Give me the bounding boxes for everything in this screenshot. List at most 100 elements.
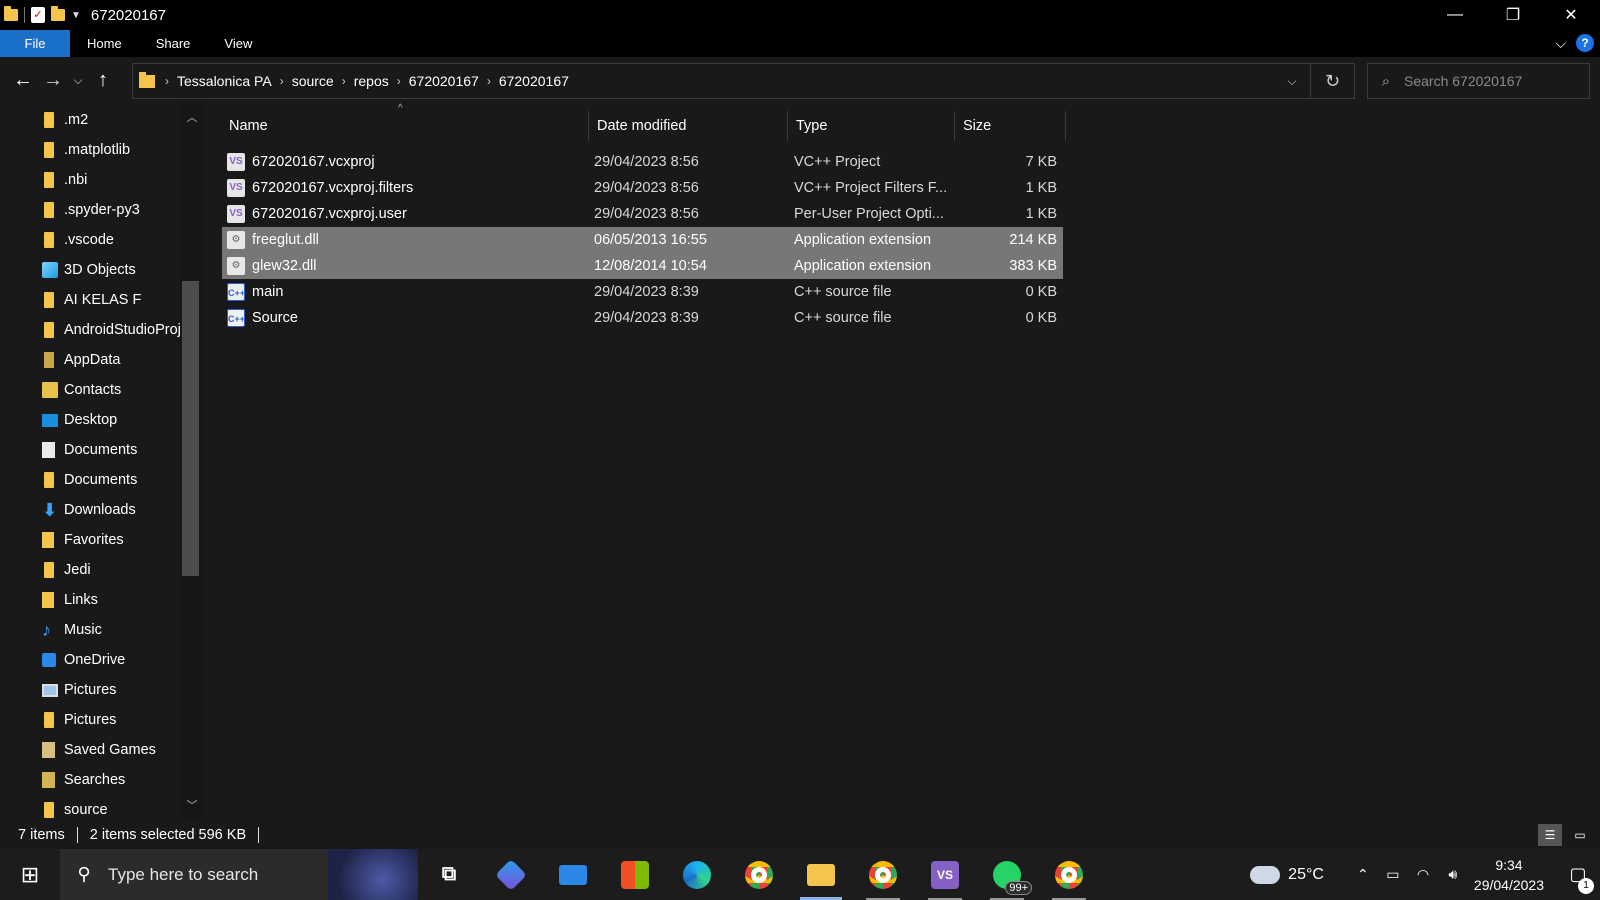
- volume-icon[interactable]: 🔊︎: [1438, 866, 1468, 883]
- sidebar-item-onedrive[interactable]: OneDrive: [0, 645, 180, 675]
- taskbar-search[interactable]: ⚲ Type here to search: [60, 849, 418, 900]
- restore-button[interactable]: ❐: [1484, 0, 1542, 30]
- sidebar-item-pictures[interactable]: Pictures: [0, 675, 180, 705]
- breadcrumb-item[interactable]: Tessalonica PA: [169, 73, 280, 89]
- column-header-name[interactable]: Name: [221, 111, 589, 141]
- file-name: main: [252, 284, 284, 300]
- sidebar-item-spyder[interactable]: .spyder-py3: [0, 195, 180, 225]
- sidebar-item-nbi[interactable]: .nbi: [0, 165, 180, 195]
- clock[interactable]: 9:34 29/04/2023: [1474, 855, 1544, 895]
- visual-studio-icon[interactable]: VS: [914, 849, 976, 900]
- breadcrumb-item[interactable]: source: [284, 73, 342, 89]
- item-count: 7 items: [18, 827, 65, 843]
- minimize-button[interactable]: —: [1426, 0, 1484, 30]
- sidebar-item-ai-kelas-f[interactable]: AI KELAS F: [0, 285, 180, 315]
- sidebar-item-documents-folder[interactable]: Documents: [0, 465, 180, 495]
- file-date: 29/04/2023 8:56: [594, 180, 699, 196]
- wifi-icon[interactable]: ◠: [1408, 866, 1438, 883]
- chrome-profile-icon[interactable]: [852, 849, 914, 900]
- scroll-up-icon[interactable]: ︿: [180, 108, 204, 128]
- sidebar-item-downloads[interactable]: ⬇ Downloads: [0, 495, 180, 525]
- help-icon[interactable]: ?: [1576, 34, 1594, 52]
- sidebar-item-saved-games[interactable]: Saved Games: [0, 735, 180, 765]
- breadcrumb-item[interactable]: 672020167: [401, 73, 487, 89]
- sidebar-item-androidstudio[interactable]: AndroidStudioProjects: [0, 315, 180, 345]
- edge-icon[interactable]: [666, 849, 728, 900]
- sidebar-item-contacts[interactable]: Contacts: [0, 375, 180, 405]
- sidebar-item-matplotlib[interactable]: .matplotlib: [0, 135, 180, 165]
- search-input[interactable]: [1404, 73, 1584, 89]
- expand-ribbon-icon[interactable]: ⌵: [1555, 35, 1566, 52]
- sidebar-item-label: Downloads: [64, 502, 136, 518]
- customize-toolbar-icon[interactable]: ▼: [71, 10, 81, 21]
- breadcrumb-item[interactable]: 672020167: [491, 73, 577, 89]
- breadcrumb-item[interactable]: repos: [346, 73, 397, 89]
- folder-icon: [44, 232, 54, 248]
- onedrive-icon: [42, 653, 56, 667]
- column-header-size[interactable]: Size: [955, 111, 1066, 141]
- microsoft-store-icon[interactable]: [604, 849, 666, 900]
- back-button[interactable]: ←: [8, 65, 38, 95]
- tab-home[interactable]: Home: [70, 30, 139, 57]
- sidebar-item-jedi[interactable]: Jedi: [0, 555, 180, 585]
- sidebar-item-desktop[interactable]: Desktop: [0, 405, 180, 435]
- file-row-selected[interactable]: ⚙ freeglut.dll 06/05/2013 16:55 Applicat…: [222, 227, 1063, 253]
- search-box[interactable]: ⌕: [1367, 63, 1590, 99]
- scroll-down-icon[interactable]: ﹀: [180, 796, 204, 816]
- sidebar-item-links[interactable]: Links: [0, 585, 180, 615]
- tab-share[interactable]: Share: [139, 30, 208, 57]
- desktop-icon: [42, 413, 58, 427]
- whatsapp-icon[interactable]: 99+: [976, 849, 1038, 900]
- sidebar-item-source[interactable]: source: [0, 795, 180, 821]
- column-header-date-modified[interactable]: Date modified: [589, 111, 788, 141]
- divider: [76, 827, 78, 843]
- sidebar-scrollbar[interactable]: ︿ ﹀: [180, 103, 204, 821]
- new-folder-icon[interactable]: [51, 6, 65, 21]
- sidebar-item-appdata[interactable]: AppData: [0, 345, 180, 375]
- mail-icon[interactable]: [542, 849, 604, 900]
- file-row-selected[interactable]: ⚙ glew32.dll 12/08/2014 10:54 Applicatio…: [222, 253, 1063, 279]
- tab-view[interactable]: View: [207, 30, 269, 57]
- file-explorer-icon[interactable]: [790, 849, 852, 900]
- scrollbar-thumb[interactable]: [182, 281, 199, 576]
- column-header-type[interactable]: Type: [788, 111, 955, 141]
- refresh-icon[interactable]: ↻: [1310, 64, 1354, 98]
- sidebar-item-m2[interactable]: .m2: [0, 105, 180, 135]
- large-icons-view-icon[interactable]: ▭: [1568, 824, 1592, 846]
- sidebar-item-3d-objects[interactable]: 3D Objects: [0, 255, 180, 285]
- sidebar-item-documents[interactable]: Documents: [0, 435, 180, 465]
- windows-start-icon[interactable]: ⊞: [0, 849, 60, 900]
- sidebar-item-searches[interactable]: Searches: [0, 765, 180, 795]
- notification-center-icon[interactable]: ▢ 1: [1556, 864, 1600, 894]
- chrome-window-icon[interactable]: [1038, 849, 1100, 900]
- folder-icon: [139, 71, 155, 88]
- sidebar-item-favorites[interactable]: Favorites: [0, 525, 180, 555]
- address-bar[interactable]: › Tessalonica PA › source › repos › 6720…: [132, 63, 1355, 99]
- copilot-icon[interactable]: [480, 849, 542, 900]
- recent-locations-button[interactable]: ⌵: [68, 65, 88, 95]
- chevron-down-icon[interactable]: ⌵: [1274, 74, 1310, 89]
- tab-file[interactable]: File: [0, 30, 70, 57]
- close-button[interactable]: ✕: [1542, 0, 1600, 30]
- file-row[interactable]: C++ Source 29/04/2023 8:39 C++ source fi…: [222, 305, 1063, 331]
- sidebar-item-label: Searches: [64, 772, 126, 788]
- details-view-icon[interactable]: ☰: [1538, 824, 1562, 846]
- up-button[interactable]: ↑: [88, 65, 118, 95]
- file-row[interactable]: VS 672020167.vcxproj 29/04/2023 8:56 VC+…: [222, 149, 1063, 175]
- forward-button[interactable]: →: [38, 65, 68, 95]
- sidebar-item-pictures-folder[interactable]: Pictures: [0, 705, 180, 735]
- sidebar-item-vscode[interactable]: .vscode: [0, 225, 180, 255]
- sidebar-item-music[interactable]: ♪ Music: [0, 615, 180, 645]
- task-view-icon[interactable]: ⧉: [418, 849, 480, 900]
- show-hidden-icons-icon[interactable]: ⌃: [1348, 866, 1378, 883]
- system-tray: 25°C ⌃ ▭ ◠ 🔊︎ 9:34 29/04/2023 ▢ 1: [1250, 849, 1600, 900]
- properties-icon[interactable]: ✓: [31, 7, 45, 23]
- file-date: 12/08/2014 10:54: [594, 258, 707, 274]
- weather-widget[interactable]: 25°C: [1250, 857, 1324, 884]
- file-row[interactable]: C++ main 29/04/2023 8:39 C++ source file…: [222, 279, 1063, 305]
- file-row[interactable]: VS 672020167.vcxproj.user 29/04/2023 8:5…: [222, 201, 1063, 227]
- battery-icon[interactable]: ▭: [1378, 866, 1408, 883]
- chrome-icon[interactable]: [728, 849, 790, 900]
- folder-icon: [44, 292, 54, 308]
- file-row[interactable]: VS 672020167.vcxproj.filters 29/04/2023 …: [222, 175, 1063, 201]
